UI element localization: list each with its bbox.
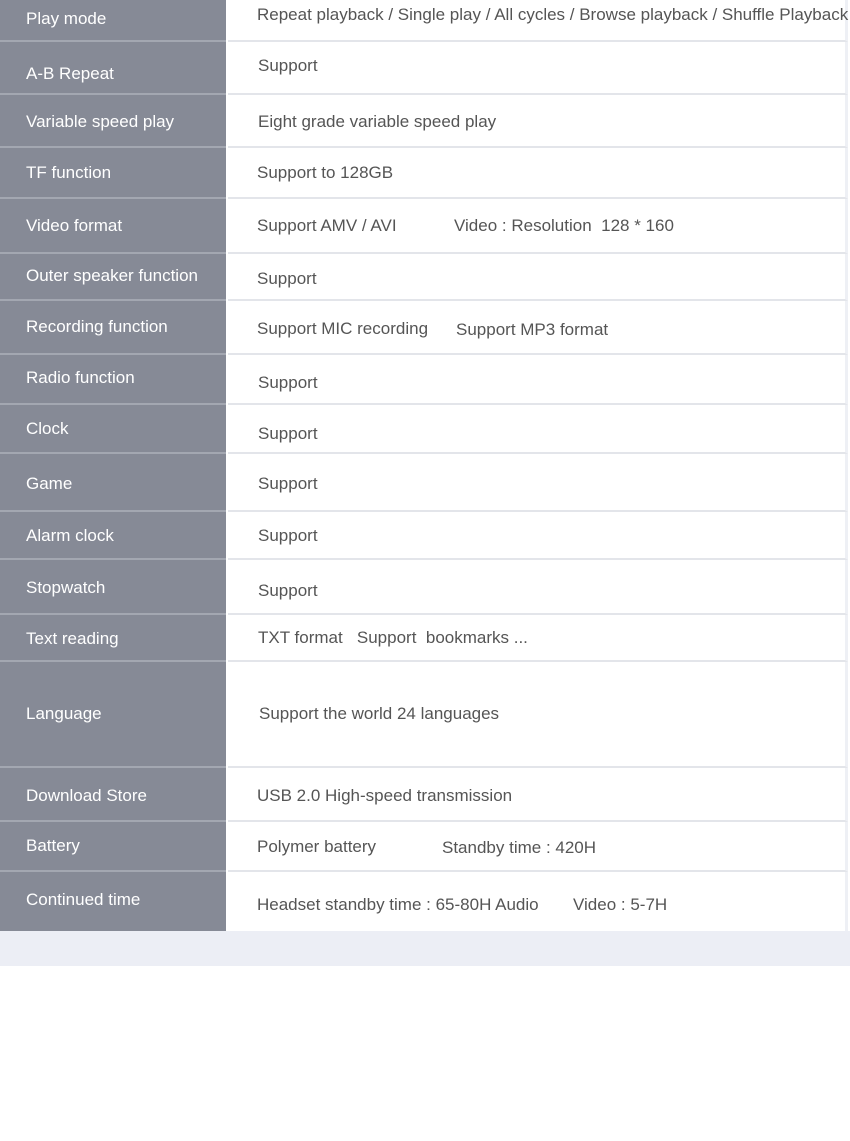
value-text: Polymer battery xyxy=(257,837,377,856)
label-text: Stopwatch xyxy=(26,578,106,597)
spec-label: Text reading xyxy=(0,615,226,662)
value-text-secondary: Support MP3 format xyxy=(456,320,609,339)
spec-row-alarm-clock: Alarm clock Support xyxy=(0,512,848,560)
spec-row-battery: Battery Polymer battery Standby time : 4… xyxy=(0,822,848,872)
spec-value: Eight grade variable speed play xyxy=(228,95,848,148)
spec-label: A-B Repeat xyxy=(0,42,226,95)
value-text: TXT format Support bookmarks ... xyxy=(258,628,528,647)
spec-row-stopwatch: Stopwatch Support xyxy=(0,560,848,615)
value-text: Support MIC recording xyxy=(257,319,429,338)
value-text: Support the world 24 languages xyxy=(259,704,500,723)
spec-value: Repeat playback / Single play / All cycl… xyxy=(228,0,848,42)
spec-value: Support xyxy=(228,560,848,615)
value-text: USB 2.0 High-speed transmission xyxy=(257,786,513,805)
spec-row-radio: Radio function Support xyxy=(0,355,848,405)
spec-label: Radio function xyxy=(0,355,226,405)
spec-row-game: Game Support xyxy=(0,454,848,512)
spec-label: Battery xyxy=(0,822,226,872)
value-text: Repeat playback / Single play / All cycl… xyxy=(257,5,849,24)
spec-row-recording: Recording function Support MIC recording… xyxy=(0,301,848,355)
value-text: Support xyxy=(258,424,318,443)
spec-value: USB 2.0 High-speed transmission xyxy=(228,768,848,822)
spec-value: Support xyxy=(228,355,848,405)
value-text: Headset standby time : 65-80H Audio xyxy=(257,895,539,914)
spec-value: Support xyxy=(228,42,848,95)
spec-value: Support xyxy=(228,454,848,512)
spec-label: TF function xyxy=(0,148,226,199)
spec-value: Support MIC recording Support MP3 format xyxy=(228,301,848,355)
label-text: Outer speaker function xyxy=(26,266,198,285)
label-text: Download Store xyxy=(26,786,147,805)
spec-label: Language xyxy=(0,662,226,768)
spec-label: Recording function xyxy=(0,301,226,355)
label-text: Recording function xyxy=(26,317,168,336)
value-text: Support xyxy=(258,373,318,392)
spec-row-download-store: Download Store USB 2.0 High-speed transm… xyxy=(0,768,848,822)
value-text: Support xyxy=(258,581,318,600)
spec-label: Clock xyxy=(0,405,226,454)
spec-value: Support xyxy=(228,512,848,560)
label-text: Variable speed play xyxy=(26,112,175,131)
spec-row-outer-speaker: Outer speaker function Support xyxy=(0,254,848,301)
label-text: A-B Repeat xyxy=(26,64,114,83)
spec-row-variable-speed: Variable speed play Eight grade variable… xyxy=(0,95,848,148)
spec-row-ab-repeat: A-B Repeat Support xyxy=(0,42,848,95)
value-text: Support xyxy=(258,526,318,545)
spec-row-tf-function: TF function Support to 128GB xyxy=(0,148,848,199)
spec-label: Stopwatch xyxy=(0,560,226,615)
spec-row-text-reading: Text reading TXT format Support bookmark… xyxy=(0,615,848,662)
spec-value: TXT format Support bookmarks ... xyxy=(228,615,848,662)
spec-row-clock: Clock Support xyxy=(0,405,848,454)
value-text: Support to 128GB xyxy=(257,163,394,182)
label-text: Battery xyxy=(26,836,80,855)
spec-value: Headset standby time : 65-80H Audio Vide… xyxy=(228,872,848,931)
spec-value: Support to 128GB xyxy=(228,148,848,199)
spec-label: Variable speed play xyxy=(0,95,226,148)
value-text: Support xyxy=(258,474,318,493)
spec-label: Outer speaker function xyxy=(0,254,226,301)
spec-label: Play mode xyxy=(0,0,226,42)
label-text: Text reading xyxy=(26,629,119,648)
value-text-secondary: Video : 5-7H xyxy=(573,895,668,914)
label-text: Clock xyxy=(26,419,69,438)
value-text-secondary: Standby time : 420H xyxy=(442,838,597,857)
spec-label: Download Store xyxy=(0,768,226,822)
spec-label: Game xyxy=(0,454,226,512)
spec-value: Support xyxy=(228,254,848,301)
value-text-secondary: Video : Resolution 128 * 160 xyxy=(454,216,674,235)
spec-row-language: Language Support the world 24 languages xyxy=(0,662,848,768)
spec-row-video-format: Video format Support AMV / AVI Video : R… xyxy=(0,199,848,254)
spec-label: Video format xyxy=(0,199,226,254)
value-text: Support AMV / AVI xyxy=(257,216,397,235)
spec-value: Support the world 24 languages xyxy=(228,662,848,768)
label-text: Play mode xyxy=(26,9,107,28)
label-text: Alarm clock xyxy=(26,526,114,545)
spec-label: Continued time xyxy=(0,872,226,931)
value-text: Support xyxy=(257,269,317,288)
spec-row-play-mode: Play mode Repeat playback / Single play … xyxy=(0,0,848,42)
spec-value: Support xyxy=(228,405,848,454)
label-text: Video format xyxy=(26,216,123,235)
label-text: Game xyxy=(26,474,73,493)
spec-row-continued-time: Continued time Headset standby time : 65… xyxy=(0,872,848,931)
value-text: Support xyxy=(258,56,318,75)
spec-value: Polymer battery Standby time : 420H xyxy=(228,822,848,872)
label-text: Continued time xyxy=(26,890,141,909)
spec-value: Support AMV / AVI Video : Resolution 128… xyxy=(228,199,848,254)
footer-band xyxy=(0,931,850,966)
label-text: Language xyxy=(26,704,102,723)
label-text: TF function xyxy=(26,163,112,182)
label-text: Radio function xyxy=(26,368,135,387)
spec-label: Alarm clock xyxy=(0,512,226,560)
value-text: Eight grade variable speed play xyxy=(258,112,497,131)
